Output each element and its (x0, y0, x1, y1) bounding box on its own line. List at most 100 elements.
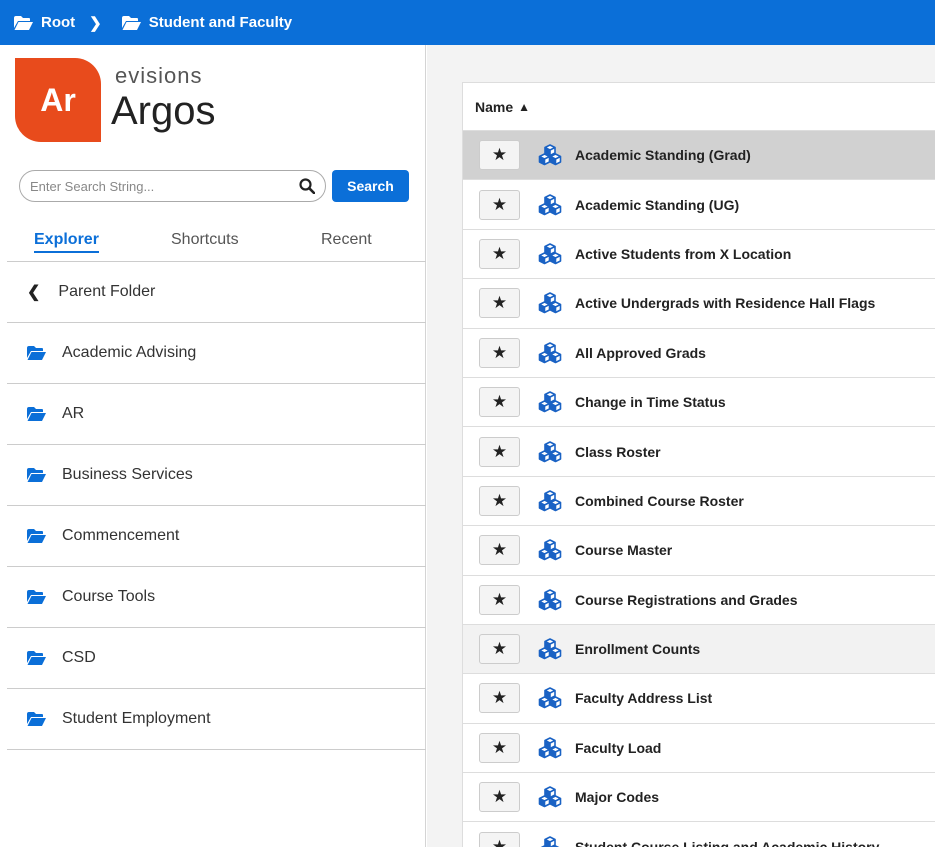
folder-item-label: CSD (62, 649, 96, 666)
folder-item-label: Course Tools (62, 588, 156, 605)
cubes-icon (540, 835, 560, 847)
table-row[interactable]: ★ Course Master (463, 526, 935, 576)
table-row[interactable]: ★ Course Registrations and Grades (463, 576, 935, 625)
sort-asc-icon[interactable]: ▲ (518, 100, 530, 114)
report-name: Academic Standing (Grad) (575, 147, 751, 164)
chevron-right-icon: ❯ (89, 14, 102, 32)
report-name: All Approved Grads (575, 344, 706, 361)
star-icon[interactable]: ★ (479, 732, 520, 763)
table-row[interactable]: ★ Student Course Listing and Academic Hi… (463, 822, 935, 847)
table-row[interactable]: ★ Active Undergrads with Residence Hall … (463, 279, 935, 329)
cubes-icon (538, 539, 562, 561)
cubes-icon (538, 144, 562, 166)
star-icon[interactable]: ★ (479, 584, 520, 615)
breadcrumb-root[interactable]: Root (14, 14, 75, 31)
name-column-header[interactable]: Name ▲ (463, 83, 935, 131)
report-name: Faculty Address List (575, 690, 713, 707)
star-icon[interactable]: ★ (479, 831, 520, 847)
folder-open-icon (27, 407, 46, 421)
folder-item-label: Academic Advising (62, 344, 197, 361)
star-icon[interactable]: ★ (479, 782, 520, 813)
folder-item-label: Commencement (62, 527, 180, 544)
table-row[interactable]: ★ Major Codes (463, 773, 935, 823)
brand-product: Argos (111, 89, 216, 133)
chevron-left-icon: ❮ (27, 284, 41, 301)
logo-mark: Ar (15, 58, 101, 142)
cubes-icon (538, 737, 562, 759)
star-icon[interactable]: ★ (479, 485, 520, 516)
brand-company: evisions (115, 63, 203, 88)
cubes-icon (538, 638, 562, 660)
star-icon[interactable]: ★ (479, 535, 520, 566)
table-row[interactable]: ★ All Approved Grads (463, 329, 935, 378)
star-icon[interactable]: ★ (479, 387, 520, 418)
tab-explorer[interactable]: Explorer (34, 231, 99, 253)
table-row[interactable]: ★ Faculty Load (463, 724, 935, 774)
table-row[interactable]: ★ Class Roster (463, 427, 935, 477)
folder-open-icon (27, 712, 46, 726)
report-name: Enrollment Counts (575, 641, 701, 658)
star-icon[interactable]: ★ (479, 238, 520, 269)
parent-folder-link[interactable]: ❮ Parent Folder (7, 262, 426, 323)
tab-shortcuts[interactable]: Shortcuts (171, 231, 239, 249)
table-row[interactable]: ★ Change in Time Status (463, 378, 935, 428)
table-row[interactable]: ★ Academic Standing (Grad) (463, 131, 935, 181)
report-table: Name ▲ ★ Academic Standing (Grad) ★ Acad… (462, 82, 935, 847)
sidebar-rail (0, 45, 7, 847)
cubes-icon (538, 687, 562, 709)
folder-item[interactable]: Business Services (7, 445, 426, 506)
folder-item[interactable]: CSD (7, 628, 426, 689)
folder-item[interactable]: Course Tools (7, 567, 426, 628)
report-name: Academic Standing (UG) (575, 196, 740, 213)
table-row[interactable]: ★ Academic Standing (UG) (463, 180, 935, 230)
tab-recent[interactable]: Recent (321, 231, 372, 249)
table-row[interactable]: ★ Combined Course Roster (463, 477, 935, 527)
cubes-icon (538, 292, 562, 314)
cubes-icon (538, 588, 562, 611)
folder-open-icon (27, 346, 46, 360)
star-icon[interactable]: ★ (479, 337, 520, 368)
folder-item[interactable]: Academic Advising (7, 323, 426, 384)
breadcrumb: Root ❯ Student and Faculty (0, 0, 935, 45)
cubes-icon (538, 786, 562, 808)
breadcrumb-root-label: Root (41, 14, 76, 31)
report-name: Major Codes (575, 789, 660, 806)
folder-open-icon (27, 529, 46, 543)
breadcrumb-current[interactable]: Student and Faculty (121, 14, 293, 31)
logo: Ar (15, 58, 101, 142)
report-name: Change in Time Status (575, 394, 726, 411)
star-icon[interactable]: ★ (479, 140, 520, 171)
folder-item[interactable]: AR (7, 384, 426, 445)
star-icon[interactable]: ★ (479, 288, 520, 319)
folder-open-icon (27, 651, 46, 665)
cubes-icon (538, 440, 562, 462)
table-row[interactable]: ★ Enrollment Counts (463, 624, 935, 675)
search-icon[interactable] (299, 178, 315, 194)
search-box[interactable] (19, 170, 326, 202)
breadcrumb-current-label: Student and Faculty (148, 14, 293, 31)
star-icon[interactable]: ★ (479, 189, 520, 220)
report-name: Course Master (575, 542, 673, 559)
report-name: Faculty Load (575, 739, 662, 756)
table-row[interactable]: ★ Active Students from X Location (463, 230, 935, 280)
cubes-icon (538, 490, 562, 512)
search-button[interactable]: Search (332, 170, 409, 202)
parent-folder-label: Parent Folder (58, 283, 156, 300)
search-input[interactable] (30, 178, 299, 194)
star-icon[interactable]: ★ (479, 683, 520, 714)
report-name: Course Registrations and Grades (575, 591, 798, 608)
sidebar-tabs: Explorer Shortcuts Recent (7, 225, 426, 262)
star-icon[interactable]: ★ (479, 634, 520, 665)
folder-item[interactable]: Commencement (7, 506, 426, 567)
table-body: ★ Academic Standing (Grad) ★ Academic St… (463, 131, 935, 847)
folder-list: ❮ Parent Folder Academic Advising AR Bus… (7, 262, 426, 750)
table-row[interactable]: ★ Faculty Address List (463, 674, 935, 724)
folder-item-label: Student Employment (62, 710, 211, 727)
report-name: Active Students from X Location (575, 245, 792, 262)
folder-item-label: Business Services (62, 466, 193, 483)
folder-open-icon (121, 15, 141, 30)
report-name: Class Roster (575, 443, 661, 460)
folder-item[interactable]: Student Employment (7, 689, 426, 750)
cubes-icon (538, 391, 562, 413)
star-icon[interactable]: ★ (479, 436, 520, 467)
